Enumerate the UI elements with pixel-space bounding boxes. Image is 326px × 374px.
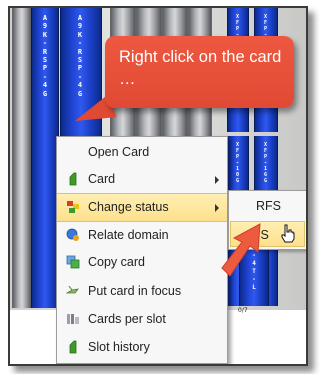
submenu-item-rfs[interactable]: RFS — [230, 193, 305, 219]
menu-item-card[interactable]: Card — [57, 166, 227, 193]
line-card-4t[interactable]: -4T-L — [239, 244, 269, 306]
card-label: XFP-10G — [235, 142, 239, 184]
card-label: XFP-16G — [263, 142, 267, 184]
menu-item-slot-history[interactable]: Slot history — [57, 334, 227, 361]
instruction-callout: Right click on the card … — [105, 36, 294, 108]
status-blocks-icon — [67, 201, 79, 213]
chassis-slot — [12, 8, 32, 308]
menu-item-open-card[interactable]: Open Card — [57, 139, 227, 166]
line-card-rsp[interactable]: A9K-RSP-4G — [31, 8, 59, 308]
menu-item-label: Relate domain — [88, 228, 169, 242]
menu-item-label: Slot history — [88, 340, 150, 354]
menu-item-label: Put card in focus — [88, 284, 182, 298]
menu-item-cards-per-slot[interactable]: Cards per slot — [57, 306, 227, 333]
submenu-item-label: RFS — [256, 199, 281, 213]
menu-item-label: Card — [88, 172, 116, 186]
menu-item-copy-card[interactable]: Copy card — [57, 249, 227, 276]
hand-cursor-icon — [281, 224, 295, 243]
history-card-icon — [69, 340, 77, 354]
submenu-arrow-icon — [215, 204, 219, 212]
context-menu: Open Card Card Change status Relate doma… — [56, 136, 228, 364]
copy-card-icon — [66, 255, 80, 269]
menu-item-put-card-in-focus[interactable]: Put card in focus — [57, 278, 227, 305]
menu-item-label: Change status — [88, 200, 169, 214]
menu-item-label: Cards per slot — [88, 312, 166, 326]
screenshot-frame: A9K-RSP-4G A9K-RSP-4G XFP-10G XFP-10G XF… — [8, 6, 308, 366]
card-label: A9K-RSP-4G — [77, 14, 83, 98]
menu-item-label: Open Card — [88, 145, 150, 159]
card-label: A9K-RSP-4G — [42, 14, 48, 98]
domain-globe-icon — [66, 228, 79, 241]
submenu-item-label: IS — [257, 228, 269, 242]
focus-pin-icon — [66, 285, 79, 294]
menu-item-label: Copy card — [88, 255, 145, 269]
submenu-arrow-icon — [215, 176, 219, 184]
menu-item-relate-domain[interactable]: Relate domain — [57, 222, 227, 249]
slot-number: 0/7 — [238, 307, 248, 314]
menu-item-change-status[interactable]: Change status — [57, 193, 227, 222]
cards-per-slot-icon — [67, 314, 79, 324]
card-label: -4T-L — [252, 252, 256, 291]
green-card-icon — [69, 172, 77, 186]
callout-text: Right click on the card … — [119, 48, 282, 88]
